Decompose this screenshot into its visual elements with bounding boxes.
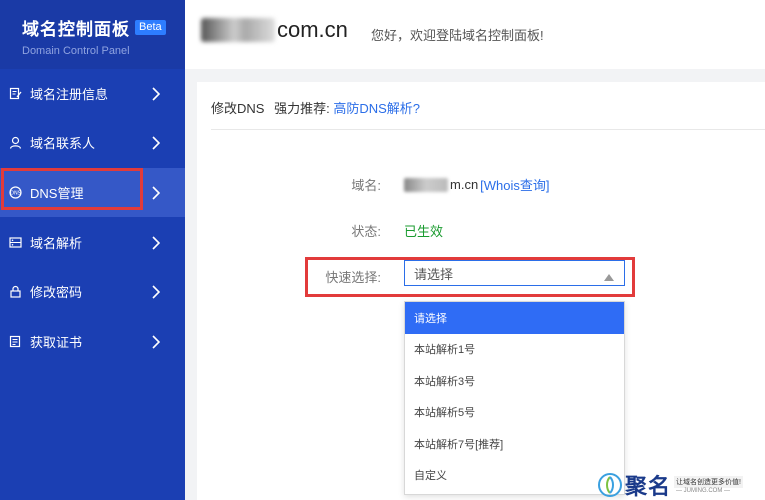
option-resolver-7-recommended[interactable]: 本站解析7号[推荐] (405, 428, 624, 460)
quick-select-options: 请选择 本站解析1号 本站解析3号 本站解析5号 本站解析7号[推荐] 自定义 (404, 301, 625, 495)
brand: 域名控制面板 Beta Domain Control Panel (0, 0, 185, 69)
watermark-site: — JUMING.COM — (676, 488, 731, 494)
chevron-right-icon (141, 332, 171, 352)
sidebar-item-label: 修改密码 (30, 285, 83, 300)
option-resolver-1[interactable]: 本站解析1号 (405, 334, 624, 366)
sidebar-item-change-password[interactable]: 修改密码 (0, 267, 185, 316)
chevron-right-icon (141, 84, 171, 104)
status-label: 状态: (351, 224, 381, 239)
chevron-right-icon (141, 282, 171, 302)
watermark-brand: 聚名 (625, 474, 672, 499)
sidebar-item-domain-resolution[interactable]: 域名解析 (0, 218, 185, 267)
domain-value: m.cn [Whois查询] (404, 175, 550, 194)
status-value: 已生效 (404, 224, 444, 239)
lock-icon (8, 285, 22, 299)
sidebar: 域名控制面板 Beta Domain Control Panel 域名注册信息 … (0, 0, 185, 500)
sidebar-item-label: 域名联系人 (30, 136, 96, 151)
chevron-right-icon (141, 183, 171, 203)
watermark-slogan-text: 让域名创造更多价值! (674, 476, 743, 488)
option-please-select[interactable]: 请选择 (405, 302, 624, 334)
option-resolver-5[interactable]: 本站解析5号 (405, 397, 624, 429)
chevron-right-icon (141, 233, 171, 253)
redacted-domain (404, 177, 448, 192)
breadcrumb-current: 修改DNS (211, 101, 265, 116)
recommend-label: 强力推荐: (274, 101, 330, 116)
server-icon (8, 236, 22, 250)
redacted-domain-prefix (201, 18, 275, 42)
welcome-message: 您好，欢迎登陆域名控制面板! (371, 28, 544, 43)
app-subtitle: Domain Control Panel (22, 45, 130, 57)
juming-logo-icon (598, 473, 622, 497)
whois-link[interactable]: [Whois查询] (480, 175, 549, 194)
content-panel: 修改DNS 强力推荐: 高防DNS解析? 域名: m.cn [Whois查询] … (197, 82, 765, 500)
option-custom[interactable]: 自定义 (405, 460, 624, 492)
sidebar-item-label: 获取证书 (30, 335, 83, 350)
app-title: 域名控制面板 (22, 20, 130, 39)
sidebar-item-registration-info[interactable]: 域名注册信息 (0, 69, 185, 118)
sidebar-item-contacts[interactable]: 域名联系人 (0, 118, 185, 167)
divider (211, 129, 765, 130)
high-defense-dns-link[interactable]: 高防DNS解析? (333, 101, 420, 116)
dns-management-highlight (1, 168, 143, 210)
domain-suffix: m.cn (450, 177, 479, 192)
edit-document-icon (8, 87, 22, 101)
beta-badge: Beta (135, 20, 166, 35)
user-icon (8, 136, 22, 150)
breadcrumb: 修改DNS 强力推荐: 高防DNS解析? (211, 98, 420, 117)
domain-label: 域名: (351, 178, 381, 193)
sidebar-item-label: 域名解析 (30, 236, 83, 251)
option-resolver-3[interactable]: 本站解析3号 (405, 365, 624, 397)
sidebar-item-label: 域名注册信息 (30, 87, 109, 102)
watermark: 聚名 让域名创造更多价值! — JUMING.COM — (597, 470, 765, 500)
quick-select-highlight (305, 257, 635, 297)
site-domain: com.cn (201, 17, 348, 43)
header: com.cn 您好，欢迎登陆域名控制面板! (185, 0, 765, 69)
certificate-icon (8, 335, 22, 349)
brand-title: 域名控制面板 Beta (22, 15, 185, 40)
watermark-slogan: 让域名创造更多价值! — JUMING.COM — (674, 476, 743, 494)
chevron-right-icon (141, 133, 171, 153)
site-domain-suffix: com.cn (277, 17, 348, 42)
sidebar-item-get-certificate[interactable]: 获取证书 (0, 317, 185, 366)
